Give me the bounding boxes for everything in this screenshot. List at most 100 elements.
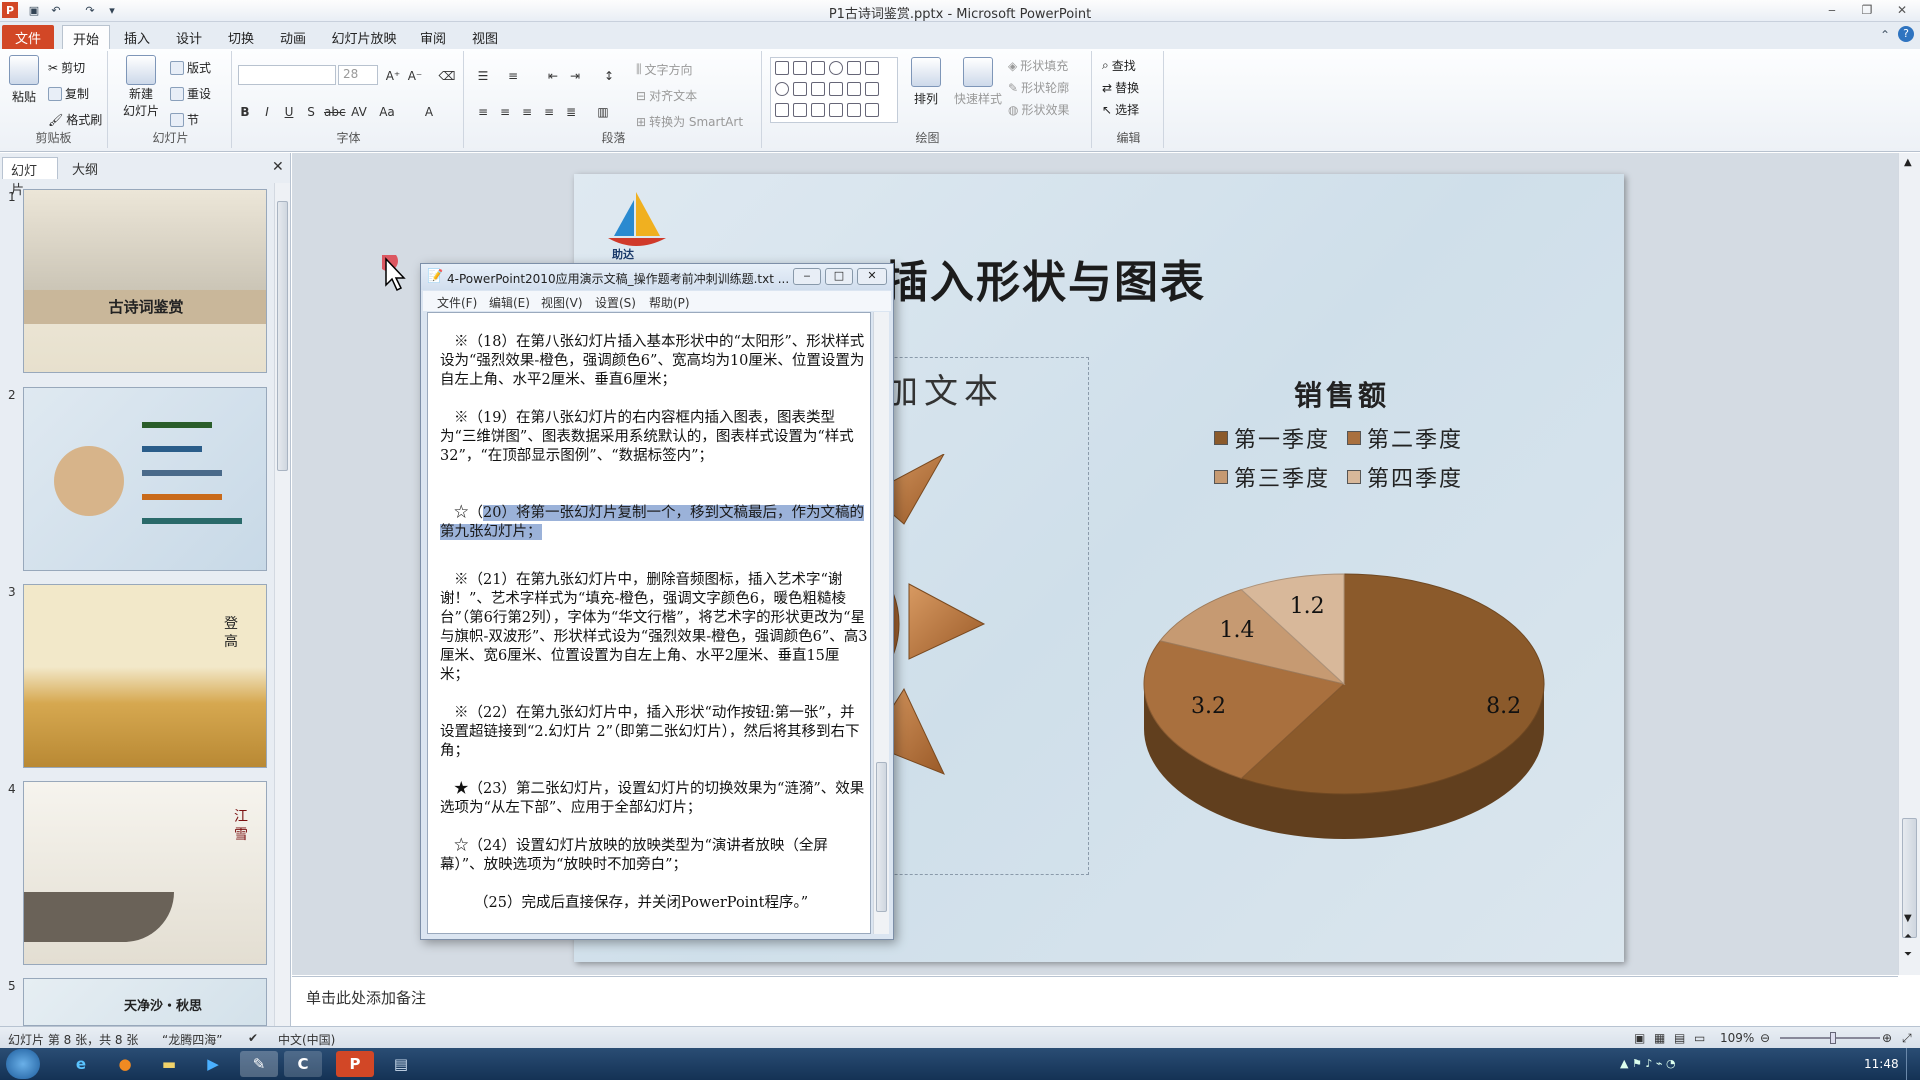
align-right-icon[interactable]: ≡	[518, 103, 536, 121]
copy-button[interactable]: 复制	[48, 85, 89, 102]
notepad-close-button[interactable]: ✕	[857, 268, 887, 285]
notepad-scrollbar[interactable]	[873, 312, 889, 934]
font-name-field[interactable]	[238, 65, 336, 85]
app-taskbar-icon[interactable]: C	[284, 1051, 322, 1077]
notepad-text-area[interactable]: ※（18）在第八张幻灯片插入基本形状中的“太阳形”、形状样式设为“强烈效果-橙色…	[427, 312, 871, 934]
menu-edit[interactable]: 编辑(E)	[489, 294, 530, 311]
slides-pane-scrollbar[interactable]	[274, 183, 290, 1026]
close-button[interactable]: ✕	[1890, 2, 1914, 18]
tab-transitions[interactable]: 切换	[220, 25, 262, 49]
shape-icon[interactable]	[829, 82, 843, 96]
slide-thumbnail-1[interactable]: 古诗词鉴赏	[23, 189, 267, 373]
change-case-icon[interactable]: Aa	[378, 103, 396, 121]
notepad-taskbar-icon[interactable]: ✎	[240, 1051, 278, 1077]
slide-thumbnail-2[interactable]	[23, 387, 267, 571]
scrollbar-thumb[interactable]	[277, 201, 288, 471]
shape-effects-button[interactable]: ◍ 形状效果	[1008, 101, 1070, 118]
new-slide-button[interactable]: 新建 幻灯片	[118, 55, 164, 119]
reset-button[interactable]: 重设	[170, 85, 211, 102]
sorter-view-icon[interactable]: ▦	[1654, 1031, 1665, 1045]
notepad-title-bar[interactable]: 📝 4-PowerPoint2010应用演示文稿_操作题考前冲刺训练题.txt …	[421, 264, 893, 290]
shape-icon[interactable]	[865, 103, 879, 117]
align-text-button[interactable]: ⊟ 对齐文本	[636, 87, 697, 104]
tab-view[interactable]: 视图	[464, 25, 506, 49]
tab-file[interactable]: 文件	[2, 25, 54, 49]
tab-insert[interactable]: 插入	[116, 25, 158, 49]
menu-settings[interactable]: 设置(S)	[595, 294, 636, 311]
shape-icon[interactable]	[829, 61, 843, 75]
firefox-icon[interactable]: ●	[106, 1051, 144, 1077]
legend-item[interactable]: 第一季度	[1214, 422, 1330, 454]
shape-icon[interactable]	[775, 103, 789, 117]
align-left-icon[interactable]: ≡	[474, 103, 492, 121]
shape-outline-button[interactable]: ✎ 形状轮廓	[1008, 79, 1069, 96]
shape-icon[interactable]	[775, 82, 789, 96]
grow-font-icon[interactable]: A⁺	[384, 67, 402, 85]
ie-icon[interactable]: e	[62, 1051, 100, 1077]
slide-scrollbar[interactable]: ▲ ▼ ⏶ ⏷	[1898, 153, 1920, 975]
explorer-icon[interactable]: ▬	[150, 1051, 188, 1077]
notepad-window[interactable]: 📝 4-PowerPoint2010应用演示文稿_操作题考前冲刺训练题.txt …	[420, 263, 894, 940]
spacing-icon[interactable]: AV	[350, 103, 368, 121]
shape-icon[interactable]	[793, 82, 807, 96]
smartart-button[interactable]: ⊞ 转换为 SmartArt	[636, 113, 743, 130]
decrease-indent-icon[interactable]: ⇤	[544, 67, 562, 85]
align-center-icon[interactable]: ≡	[496, 103, 514, 121]
legend-item[interactable]: 第二季度	[1347, 422, 1463, 454]
select-button[interactable]: ↖ 选择	[1102, 101, 1139, 118]
scroll-up-icon[interactable]: ▲	[1904, 157, 1912, 168]
media-icon[interactable]: ▶	[194, 1051, 232, 1077]
window-taskbar-icon[interactable]: ▤	[382, 1051, 420, 1077]
shape-icon[interactable]	[811, 61, 825, 75]
justify-icon[interactable]: ≡	[540, 103, 558, 121]
tab-slides-pane[interactable]: 幻灯片	[2, 157, 58, 198]
slideshow-view-icon[interactable]: ▭	[1694, 1031, 1705, 1045]
scrollbar-thumb[interactable]	[876, 762, 887, 912]
scroll-down-icon[interactable]: ▼	[1904, 913, 1912, 924]
tab-home[interactable]: 开始	[62, 25, 110, 49]
shape-icon[interactable]	[793, 103, 807, 117]
spellcheck-icon[interactable]: ✔	[248, 1031, 258, 1045]
tab-outline-pane[interactable]: 大纲	[64, 157, 114, 179]
tab-design[interactable]: 设计	[168, 25, 210, 49]
shape-icon[interactable]	[847, 61, 861, 75]
zoom-slider-thumb[interactable]	[1830, 1032, 1837, 1044]
notepad-minimize-button[interactable]: ‒	[793, 268, 821, 285]
shape-icon[interactable]	[811, 82, 825, 96]
zoom-out-icon[interactable]: ⊖	[1760, 1031, 1770, 1045]
tab-review[interactable]: 审阅	[412, 25, 454, 49]
minimize-ribbon-icon[interactable]: ⌃	[1880, 28, 1890, 42]
close-pane-icon[interactable]: ✕	[272, 159, 284, 175]
section-button[interactable]: 节	[170, 111, 199, 128]
chart-title[interactable]: 销售额	[1294, 374, 1390, 414]
bullets-icon[interactable]: ☰	[474, 67, 492, 85]
replace-button[interactable]: ⇄ 替换	[1102, 79, 1139, 96]
menu-file[interactable]: 文件(F)	[437, 294, 477, 311]
find-button[interactable]: ⌕ 查找	[1102, 57, 1136, 74]
shape-fill-button[interactable]: ◈ 形状填充	[1008, 57, 1068, 74]
italic-icon[interactable]: I	[258, 103, 276, 121]
font-color-icon[interactable]: A	[420, 103, 438, 121]
menu-help[interactable]: 帮助(P)	[649, 294, 690, 311]
powerpoint-taskbar-icon[interactable]: P	[336, 1051, 374, 1077]
menu-view[interactable]: 视图(V)	[541, 294, 583, 311]
next-slide-icon[interactable]: ⏷	[1904, 949, 1912, 960]
normal-view-icon[interactable]: ▣	[1634, 1031, 1645, 1045]
shadow-icon[interactable]: S	[302, 103, 320, 121]
shape-icon[interactable]	[865, 61, 879, 75]
distributed-icon[interactable]: ≣	[562, 103, 580, 121]
notepad-maximize-button[interactable]: □	[825, 268, 853, 285]
shape-icon[interactable]	[847, 103, 861, 117]
legend-item[interactable]: 第三季度	[1214, 461, 1330, 493]
shape-icon[interactable]	[829, 103, 843, 117]
text-direction-button[interactable]: ⫼ 文字方向	[636, 61, 693, 78]
tab-slideshow[interactable]: 幻灯片放映	[326, 25, 402, 49]
quick-styles-button[interactable]: 快速样式	[952, 57, 1004, 107]
shape-icon[interactable]	[793, 61, 807, 75]
slide-thumbnail-5[interactable]: 天净沙・秋思	[23, 978, 267, 1026]
tray-icons[interactable]: ▲ ⚑ ♪ ⌁ ◔	[1620, 1057, 1676, 1070]
font-size-field[interactable]: 28	[338, 65, 378, 85]
show-desktop-button[interactable]	[1906, 1048, 1920, 1080]
zoom-in-icon[interactable]: ⊕	[1882, 1031, 1892, 1045]
numbering-icon[interactable]: ≡	[504, 67, 522, 85]
